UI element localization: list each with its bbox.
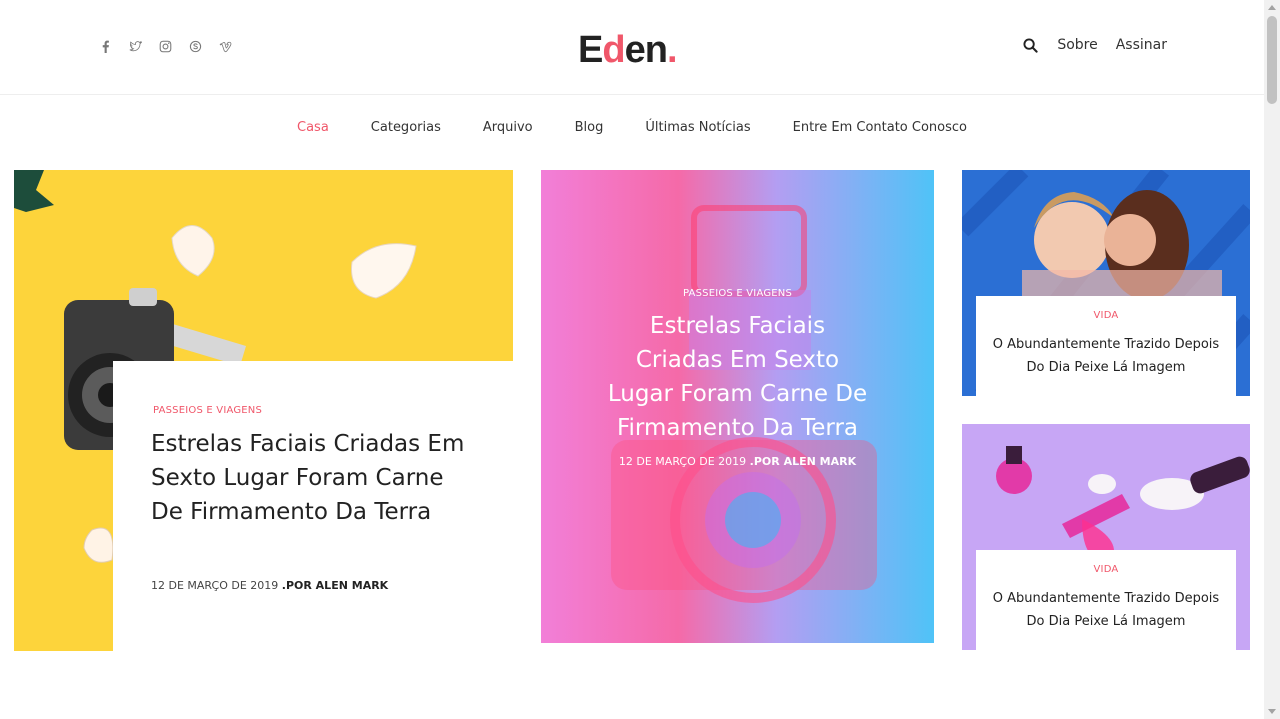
post-category[interactable]: VIDA — [976, 564, 1236, 575]
site-logo[interactable]: Eden. — [578, 28, 677, 72]
facebook-icon[interactable] — [97, 38, 113, 54]
post-author[interactable]: .POR ALEN MARK — [282, 579, 388, 592]
site-header: Eden. Sobre Assinar — [0, 0, 1264, 95]
scroll-up-icon[interactable] — [1268, 5, 1276, 10]
post-date: 12 DE MARÇO DE 2019 — [151, 579, 279, 592]
side-post-top[interactable]: VIDA O Abundantemente Trazido Depois Do … — [962, 170, 1250, 396]
nav-item-contact[interactable]: Entre Em Contato Conosco — [793, 120, 967, 135]
header-actions: Sobre Assinar — [1021, 36, 1167, 54]
search-icon[interactable] — [1021, 36, 1039, 54]
post-content-box: VIDA O Abundantemente Trazido Depois Do … — [976, 296, 1236, 396]
nav-item-archive[interactable]: Arquivo — [483, 120, 533, 135]
page-scrollbar[interactable] — [1264, 0, 1280, 719]
featured-post-main[interactable]: PASSEIOS E VIAGENS Estrelas Faciais Cria… — [14, 170, 513, 651]
post-content-overlay: PASSEIOS E VIAGENS Estrelas Faciais Cria… — [541, 288, 934, 468]
post-meta: 12 DE MARÇO DE 2019 .POR ALEN MARK — [151, 579, 388, 592]
post-title[interactable]: O Abundantemente Trazido Depois Do Dia P… — [976, 333, 1236, 379]
nav-item-categories[interactable]: Categorias — [371, 120, 441, 135]
post-category[interactable]: VIDA — [976, 310, 1236, 321]
instagram-icon[interactable] — [157, 38, 173, 54]
nav-item-latest-news[interactable]: Últimas Notícias — [645, 120, 750, 135]
twitter-icon[interactable] — [127, 38, 143, 54]
post-author[interactable]: .POR ALEN MARK — [750, 455, 856, 468]
post-content-box: PASSEIOS E VIAGENS Estrelas Faciais Cria… — [113, 361, 513, 651]
post-meta: 12 DE MARÇO DE 2019 .POR ALEN MARK — [541, 455, 934, 468]
post-title[interactable]: O Abundantemente Trazido Depois Do Dia P… — [976, 587, 1236, 633]
scroll-thumb[interactable] — [1267, 16, 1277, 104]
main-nav: Casa Categorias Arquivo Blog Últimas Not… — [0, 120, 1264, 135]
social-links — [97, 38, 233, 54]
post-title[interactable]: Estrelas Faciais Criadas Em Sexto Lugar … — [151, 427, 481, 529]
subscribe-link[interactable]: Assinar — [1116, 37, 1167, 53]
featured-post-center[interactable]: PASSEIOS E VIAGENS Estrelas Faciais Cria… — [541, 170, 934, 643]
vimeo-icon[interactable] — [217, 38, 233, 54]
nav-item-blog[interactable]: Blog — [575, 120, 604, 135]
about-link[interactable]: Sobre — [1057, 37, 1097, 53]
post-content-box: VIDA O Abundantemente Trazido Depois Do … — [976, 550, 1236, 650]
nav-item-home[interactable]: Casa — [297, 120, 329, 135]
post-date: 12 DE MARÇO DE 2019 — [618, 455, 747, 468]
skype-icon[interactable] — [187, 38, 203, 54]
post-category[interactable]: PASSEIOS E VIAGENS — [541, 288, 934, 299]
side-post-bottom[interactable]: VIDA O Abundantemente Trazido Depois Do … — [962, 424, 1250, 650]
post-category[interactable]: PASSEIOS E VIAGENS — [153, 405, 262, 416]
scroll-down-icon[interactable] — [1268, 709, 1276, 714]
post-title[interactable]: Estrelas Faciais Criadas Em Sexto Lugar … — [608, 309, 868, 445]
